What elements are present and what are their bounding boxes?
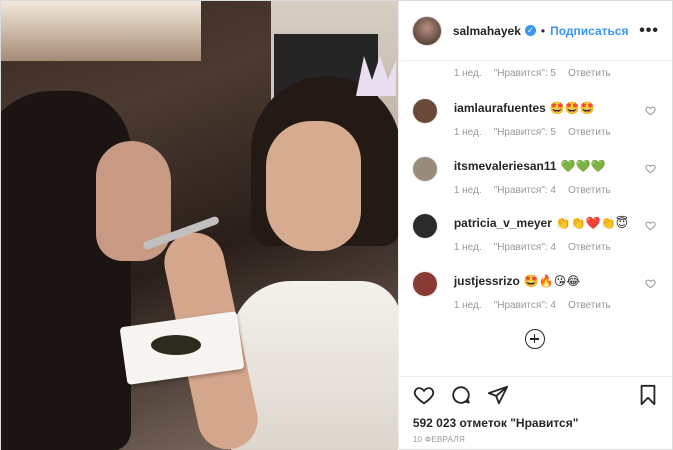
comment-text: 🤩🔥😘😂	[523, 274, 581, 288]
avatar[interactable]	[411, 15, 442, 46]
avatar[interactable]	[411, 213, 438, 239]
comment-username[interactable]: itsmevaleriesan11	[454, 159, 557, 173]
avatar[interactable]	[411, 271, 438, 297]
post-date[interactable]: 10 февраля	[413, 435, 658, 444]
reply-button[interactable]: Ответить	[568, 68, 611, 79]
comments-list: 1 нед. "Нравится": 5 Ответить iamlaurafu…	[399, 61, 672, 376]
comment-icon[interactable]	[450, 384, 472, 406]
comment-likes[interactable]: "Нравится": 4	[494, 242, 556, 253]
list-item: justjessrizo 🤩🔥😘😂 1 нед. "Нравится": 4 От…	[411, 271, 656, 321]
comment-time: 1 нед.	[453, 185, 482, 196]
avatar[interactable]	[411, 98, 438, 124]
post-header: salmahayek ✓ • Подписаться •••	[398, 1, 672, 61]
comment-likes[interactable]: "Нравится": 4	[494, 185, 556, 196]
bookmark-icon[interactable]	[638, 384, 658, 406]
follow-button[interactable]: Подписаться	[550, 24, 628, 38]
reply-button[interactable]: Ответить	[568, 242, 611, 253]
reply-button[interactable]: Ответить	[568, 300, 611, 311]
verified-icon: ✓	[524, 25, 536, 36]
heart-icon[interactable]	[645, 105, 656, 116]
post-photo[interactable]	[1, 1, 398, 450]
comment-likes[interactable]: "Нравится": 5	[494, 127, 556, 138]
heart-icon[interactable]	[413, 384, 435, 406]
comment-time: 1 нед.	[453, 127, 482, 138]
separator-dot: •	[540, 23, 546, 38]
comment-username[interactable]: patricia_v_meyer	[454, 216, 552, 230]
post-side-panel: salmahayek ✓ • Подписаться ••• 1 нед. "Н…	[397, 1, 672, 450]
comment-time: 1 нед.	[453, 300, 482, 311]
comment-meta: 1 нед. "Нравится": 5 Ответить	[454, 68, 611, 79]
list-item: iamlaurafuentes 🤩🤩🤩 1 нед. "Нравится": 5 …	[411, 98, 656, 148]
plus-circle-icon[interactable]	[524, 329, 545, 349]
comment-meta: 1 нед. "Нравится": 5 Ответить	[454, 127, 611, 138]
username-link[interactable]: salmahayek	[453, 24, 521, 38]
share-icon[interactable]	[487, 384, 509, 406]
comment-meta: 1 нед. "Нравится": 4 Ответить	[454, 300, 611, 311]
list-item: patricia_v_meyer 👏👏❤️👏😇 1 нед. "Нравится"…	[411, 213, 656, 263]
comment-likes[interactable]: "Нравится": 5	[494, 68, 556, 79]
comment-text: 👏👏❤️👏😇	[555, 216, 629, 230]
comment-meta: 1 нед. "Нравится": 4 Ответить	[454, 185, 611, 196]
comment-meta: 1 нед. "Нравится": 4 Ответить	[454, 242, 611, 253]
comment-time: 1 нед.	[453, 242, 482, 253]
comment-time: 1 нед.	[453, 68, 482, 79]
likes-count[interactable]: 592 023 отметок "Нравится"	[413, 416, 658, 430]
reply-button[interactable]: Ответить	[568, 127, 611, 138]
comment-likes[interactable]: "Нравится": 4	[494, 300, 556, 311]
heart-icon[interactable]	[645, 278, 656, 289]
comment-username[interactable]: iamlaurafuentes	[454, 101, 546, 115]
comment-username[interactable]: justjessrizo	[454, 274, 520, 288]
more-options-icon[interactable]: •••	[639, 22, 659, 40]
reply-button[interactable]: Ответить	[568, 185, 611, 196]
list-item: itsmevaleriesan11 💚💚💚 1 нед. "Нравится": …	[411, 156, 656, 206]
heart-icon[interactable]	[645, 220, 656, 231]
comment-text: 💚💚💚	[560, 159, 606, 173]
post-actions: 592 023 отметок "Нравится" 10 февраля	[398, 376, 672, 450]
heart-icon[interactable]	[645, 163, 656, 174]
comment-text: 🤩🤩🤩	[549, 101, 595, 115]
instagram-post: salmahayek ✓ • Подписаться ••• 1 нед. "Н…	[0, 0, 673, 450]
avatar[interactable]	[411, 156, 438, 182]
